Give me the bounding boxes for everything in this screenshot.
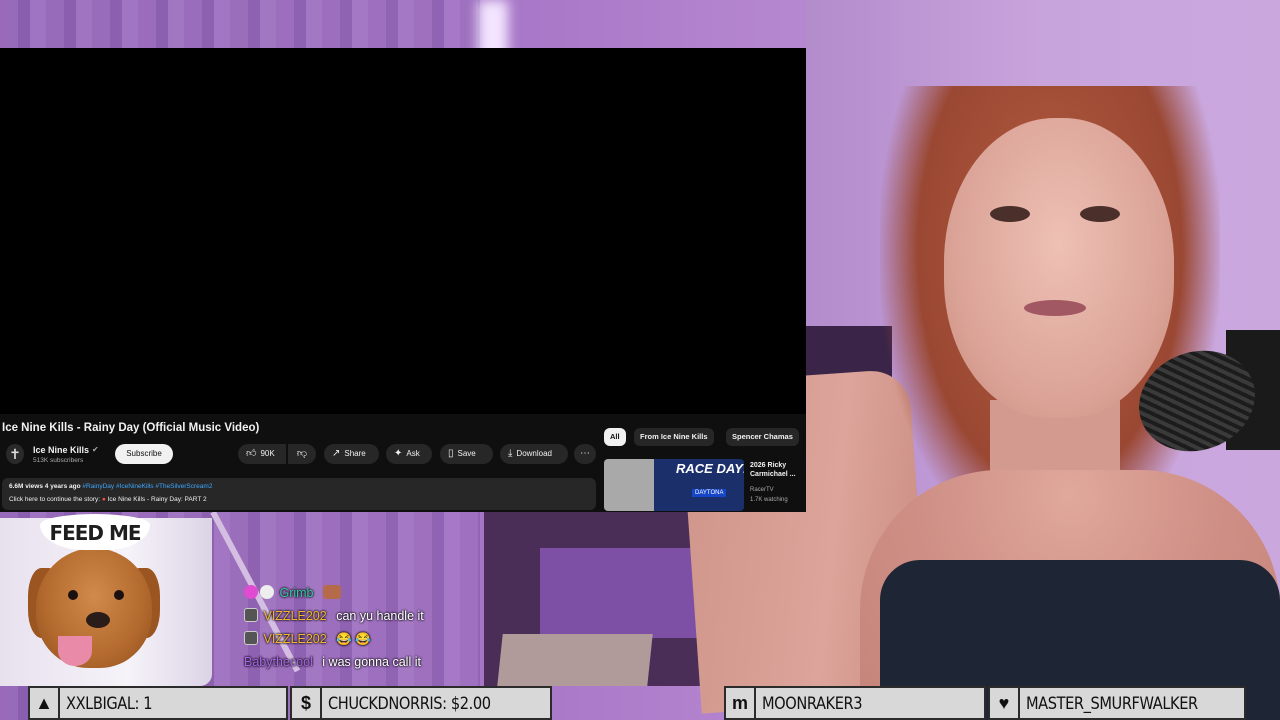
thumbnail-subtitle: DAYTONA bbox=[692, 489, 727, 497]
view-count: 6.6M views bbox=[9, 483, 43, 490]
recommended-channel: RacerTV bbox=[750, 487, 774, 493]
recommended-video[interactable]: RACE DAY! DAYTONA 2026 Ricky Carmichael … bbox=[604, 459, 804, 511]
subscribe-button[interactable]: Subscribe bbox=[115, 444, 173, 464]
continue-text: Click here to continue the story: bbox=[9, 496, 101, 503]
thumbs-down-icon: 👎︎ bbox=[296, 448, 308, 459]
chip-all[interactable]: All bbox=[604, 428, 626, 446]
chat-message: VIZZLE202 can yu handle it bbox=[244, 605, 484, 628]
latest-sub-bar: ♥ MASTER_SMURFWALKER bbox=[988, 686, 1246, 720]
desk-box bbox=[497, 634, 653, 686]
streamer-face bbox=[944, 118, 1174, 418]
like-count: 90K bbox=[260, 449, 275, 458]
triangle-icon: ▲ bbox=[30, 688, 60, 718]
description-meta: 6.6M views 4 years ago #RainyDay #IceNin… bbox=[9, 483, 212, 490]
sub-badge-icon bbox=[244, 631, 258, 645]
verified-icon: ✔ bbox=[92, 445, 99, 454]
chat-text: can yu handle it bbox=[336, 609, 424, 623]
feed-me-dog-overlay: FEED ME bbox=[28, 512, 160, 682]
video-player[interactable] bbox=[0, 48, 806, 414]
alert-label: XXLBIGAL: 1 bbox=[66, 694, 153, 714]
chat-text: 😂 😂 bbox=[336, 632, 371, 646]
chip-spencer-chamas[interactable]: Spencer Chamas bbox=[726, 428, 799, 446]
channel-avatar[interactable]: ✝ bbox=[6, 444, 24, 464]
dollar-icon: $ bbox=[292, 688, 322, 718]
latest-follower-bar: ▲ XXLBIGAL: 1 bbox=[28, 686, 288, 720]
chat-emote bbox=[323, 585, 341, 599]
chat-message: Grimb bbox=[244, 582, 484, 605]
chat-username: Babythecool bbox=[244, 655, 313, 669]
chat-username: VIZZLE202 bbox=[263, 632, 327, 646]
ask-button[interactable]: ✦ Ask bbox=[386, 444, 432, 464]
bookmark-icon: ▯ bbox=[448, 448, 454, 459]
share-label: Share bbox=[344, 449, 366, 458]
alert-label: MOONRAKER3 bbox=[762, 694, 863, 714]
chat-username: VIZZLE202 bbox=[263, 609, 327, 623]
heart-badge-icon bbox=[244, 585, 258, 599]
latest-member-bar: m MOONRAKER3 bbox=[724, 686, 986, 720]
download-button[interactable]: ⤓ Download bbox=[500, 444, 568, 464]
streamer-mouth bbox=[1024, 300, 1086, 316]
more-horizontal-icon: ⋯ bbox=[580, 448, 590, 459]
chip-from-channel[interactable]: From Ice Nine Kills bbox=[634, 428, 714, 446]
channel-name[interactable]: Ice Nine Kills bbox=[33, 445, 89, 455]
thumbs-up-icon: 👍︎ bbox=[246, 448, 257, 459]
sub-badge-icon bbox=[244, 608, 258, 622]
chat-message: VIZZLE202 😂 😂 bbox=[244, 628, 484, 651]
dog-eye-left bbox=[68, 590, 78, 600]
skull-badge-icon bbox=[260, 585, 274, 599]
latest-donation-bar: $ CHUCKDNORRIS: $2.00 bbox=[290, 686, 552, 720]
dog-tongue bbox=[58, 636, 92, 666]
feed-me-banner: FEED ME bbox=[40, 514, 150, 550]
chat-overlay: Grimb VIZZLE202 can yu handle it VIZZLE2… bbox=[244, 582, 484, 674]
dog-eye-right bbox=[114, 590, 124, 600]
download-label: Download bbox=[516, 449, 552, 458]
save-label: Save bbox=[457, 449, 476, 458]
download-icon: ⤓ bbox=[508, 448, 513, 459]
thumbnail-title: RACE DAY! bbox=[676, 461, 744, 476]
heart-icon: ♥ bbox=[990, 688, 1020, 718]
alert-label: MASTER_SMURFWALKER bbox=[1026, 694, 1198, 714]
channel-row: ✝ Ice Nine Kills ✔ 513K subscribers Subs… bbox=[0, 442, 600, 466]
video-description[interactable]: 6.6M views 4 years ago #RainyDay #IceNin… bbox=[2, 478, 596, 510]
recommended-meta: 1.7K watching bbox=[750, 497, 788, 503]
continue-link[interactable]: Ice Nine Kills - Rainy Day: PART 2 bbox=[108, 496, 207, 503]
chat-message: Babythecool i was gonna call it bbox=[244, 651, 484, 674]
chat-text: i was gonna call it bbox=[322, 655, 421, 669]
streamer-eye-right bbox=[1080, 206, 1120, 222]
streamer-eye-left bbox=[990, 206, 1030, 222]
chat-username: Grimb bbox=[279, 586, 314, 600]
alert-label: CHUCKDNORRIS: $2.00 bbox=[328, 694, 491, 714]
sparkle-icon: ✦ bbox=[394, 448, 403, 459]
dislike-button[interactable]: 👎︎ bbox=[288, 444, 316, 464]
description-text: Click here to continue the story: ● Ice … bbox=[9, 496, 207, 503]
hashtags[interactable]: #RainyDay #IceNineKills #TheSilverScream… bbox=[82, 483, 212, 490]
m-logo-icon: m bbox=[726, 688, 756, 718]
dog-head bbox=[36, 548, 152, 668]
recommended-thumbnail[interactable]: RACE DAY! DAYTONA bbox=[604, 459, 744, 511]
more-actions-button[interactable]: ⋯ bbox=[574, 444, 596, 464]
share-icon: ↗ bbox=[332, 448, 341, 459]
video-title: Ice Nine Kills - Rainy Day (Official Mus… bbox=[2, 422, 260, 434]
youtube-dot-icon: ● bbox=[101, 496, 106, 503]
like-button[interactable]: 👍︎ 90K bbox=[238, 444, 286, 464]
recommended-title[interactable]: 2026 Ricky Carmichael ... bbox=[750, 461, 806, 479]
dog-nose bbox=[86, 612, 110, 628]
share-button[interactable]: ↗ Share bbox=[324, 444, 379, 464]
upload-age: 4 years ago bbox=[44, 483, 81, 490]
subscriber-count: 513K subscribers bbox=[33, 457, 84, 464]
ask-label: Ask bbox=[406, 449, 420, 458]
save-button[interactable]: ▯ Save bbox=[440, 444, 493, 464]
youtube-player-window: Ice Nine Kills - Rainy Day (Official Mus… bbox=[0, 48, 806, 512]
